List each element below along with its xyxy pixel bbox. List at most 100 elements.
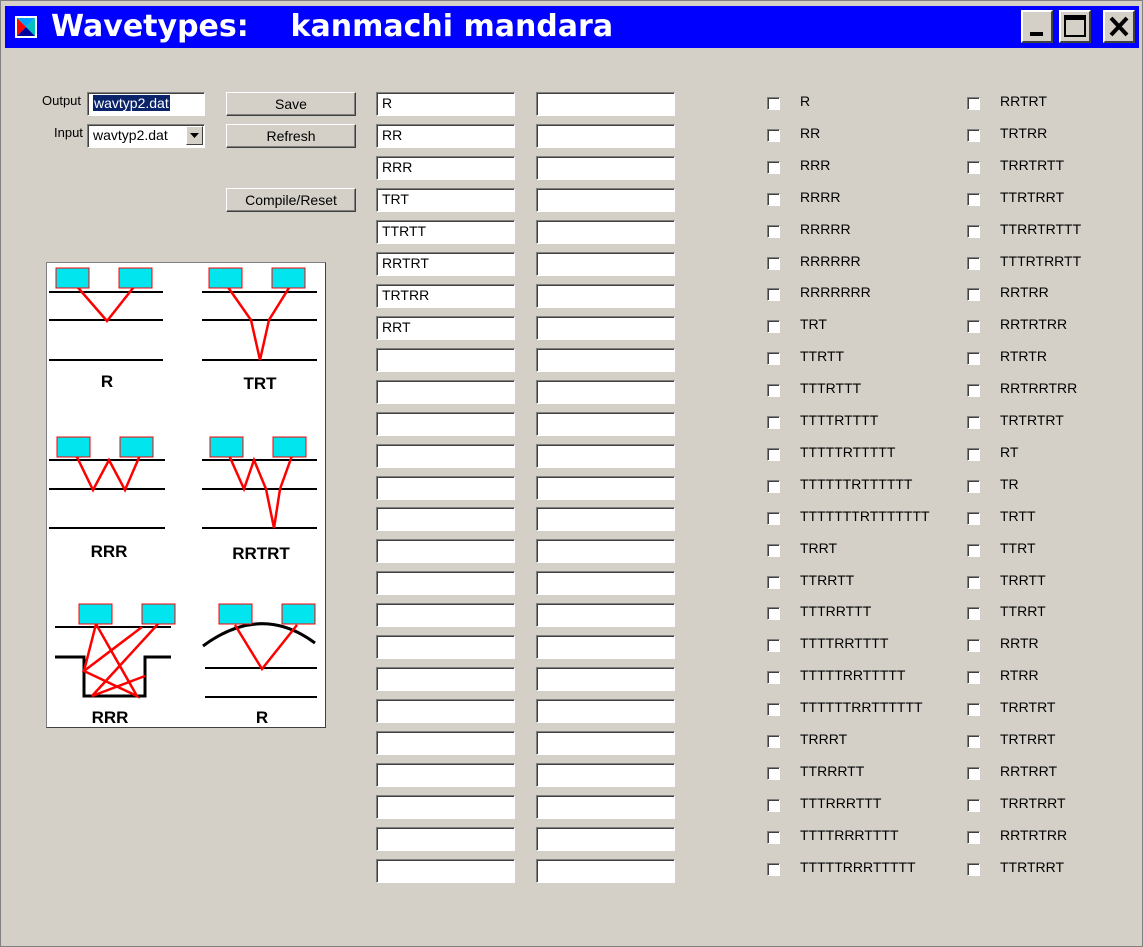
wavetype-checkbox[interactable]	[767, 830, 780, 844]
wavetype-field-b[interactable]	[536, 187, 675, 212]
wavetype-checkbox[interactable]	[767, 862, 780, 876]
wavetype-checkbox[interactable]	[967, 384, 980, 398]
wavetype-field-a[interactable]: R	[376, 92, 515, 116]
input-select[interactable]: wavtyp2.dat	[87, 124, 205, 148]
wavetype-field-a[interactable]: RRTRT	[376, 251, 515, 276]
wavetype-checkbox[interactable]	[767, 416, 780, 429]
wavetype-field-b[interactable]	[536, 123, 675, 148]
wavetype-field-a[interactable]	[376, 827, 515, 852]
wavetype-field-b[interactable]	[536, 283, 675, 308]
wavetype-checkbox[interactable]	[767, 288, 780, 302]
wavetype-field-b[interactable]	[536, 795, 675, 820]
wavetype-checkbox[interactable]	[767, 671, 780, 685]
wavetype-checkbox[interactable]	[967, 224, 980, 238]
save-button[interactable]: Save	[226, 92, 356, 116]
wavetype-field-a[interactable]	[376, 571, 515, 596]
wavetype-checkbox[interactable]	[767, 607, 780, 621]
wavetype-checkbox[interactable]	[967, 830, 980, 844]
wavetype-checkbox[interactable]	[967, 671, 980, 685]
compile-reset-button[interactable]: Compile/Reset	[226, 188, 356, 212]
wavetype-checkbox[interactable]	[767, 766, 780, 780]
wavetype-checkbox[interactable]	[767, 511, 780, 525]
wavetype-field-b[interactable]	[536, 603, 675, 628]
minimize-button[interactable]	[1021, 10, 1053, 43]
wavetype-field-b[interactable]	[536, 571, 675, 596]
wavetype-checkbox[interactable]	[967, 575, 980, 589]
wavetype-field-a[interactable]: TRT	[376, 187, 515, 212]
wavetype-checkbox[interactable]	[967, 543, 980, 557]
wavetype-field-a[interactable]	[376, 475, 515, 500]
wavetype-field-a[interactable]	[376, 795, 515, 820]
wavetype-field-b[interactable]	[536, 827, 675, 852]
wavetype-field-a[interactable]	[376, 379, 515, 404]
wavetype-checkbox[interactable]	[967, 160, 980, 174]
wavetype-checkbox[interactable]	[767, 224, 780, 238]
output-field[interactable]: wavtyp2.dat	[87, 92, 205, 116]
wavetype-field-a[interactable]	[376, 667, 515, 692]
wavetype-checkbox[interactable]	[767, 798, 780, 812]
wavetype-checkbox[interactable]	[767, 160, 780, 174]
wavetype-field-b[interactable]	[536, 347, 675, 372]
wavetype-checkbox[interactable]	[767, 384, 780, 398]
wavetype-checkbox[interactable]	[767, 256, 780, 270]
wavetype-field-b[interactable]	[536, 859, 675, 884]
wavetype-checkbox[interactable]	[767, 479, 780, 493]
wavetype-field-a[interactable]: TRTRR	[376, 283, 515, 308]
wavetype-checkbox[interactable]	[767, 639, 780, 653]
wavetype-field-b[interactable]	[536, 635, 675, 660]
wavetype-field-b[interactable]	[536, 315, 675, 340]
wavetype-checkbox[interactable]	[967, 862, 980, 876]
wavetype-checkbox[interactable]	[967, 352, 980, 366]
wavetype-checkbox[interactable]	[767, 320, 780, 334]
wavetype-checkbox[interactable]	[967, 447, 980, 461]
wavetype-checkbox[interactable]	[767, 543, 780, 557]
wavetype-field-a[interactable]	[376, 507, 515, 532]
wavetype-checkbox[interactable]	[967, 256, 980, 270]
wavetype-checkbox[interactable]	[967, 703, 980, 717]
close-button[interactable]	[1103, 10, 1135, 43]
wavetype-checkbox[interactable]	[767, 703, 780, 717]
wavetype-field-b[interactable]	[536, 539, 675, 564]
wavetype-field-a[interactable]: RRT	[376, 315, 515, 340]
wavetype-field-a[interactable]: RR	[376, 123, 515, 148]
wavetype-checkbox[interactable]	[767, 575, 780, 589]
wavetype-checkbox[interactable]	[967, 416, 980, 429]
wavetype-field-a[interactable]	[376, 635, 515, 660]
wavetype-checkbox[interactable]	[967, 798, 980, 812]
wavetype-field-b[interactable]	[536, 219, 675, 244]
wavetype-checkbox[interactable]	[767, 735, 780, 748]
wavetype-field-a[interactable]	[376, 859, 515, 884]
wavetype-field-a[interactable]	[376, 763, 515, 788]
wavetype-checkbox[interactable]	[967, 97, 980, 110]
wavetype-checkbox[interactable]	[967, 479, 980, 493]
wavetype-field-b[interactable]	[536, 155, 675, 180]
wavetype-field-a[interactable]: RRR	[376, 155, 515, 180]
wavetype-checkbox[interactable]	[967, 766, 980, 780]
wavetype-field-a[interactable]	[376, 699, 515, 724]
wavetype-field-b[interactable]	[536, 379, 675, 404]
wavetype-field-b[interactable]	[536, 251, 675, 276]
wavetype-field-b[interactable]	[536, 763, 675, 788]
wavetype-checkbox[interactable]	[767, 97, 780, 110]
wavetype-checkbox[interactable]	[967, 607, 980, 621]
wavetype-checkbox[interactable]	[767, 192, 780, 206]
title-bar[interactable]: Wavetypes: kanmachi mandara	[5, 6, 1139, 48]
wavetype-field-b[interactable]	[536, 475, 675, 500]
wavetype-checkbox[interactable]	[967, 192, 980, 206]
wavetype-field-a[interactable]	[376, 539, 515, 564]
wavetype-field-b[interactable]	[536, 667, 675, 692]
wavetype-checkbox[interactable]	[967, 639, 980, 653]
wavetype-checkbox[interactable]	[767, 447, 780, 461]
wavetype-checkbox[interactable]	[967, 320, 980, 334]
wavetype-field-a[interactable]	[376, 411, 515, 436]
wavetype-field-a[interactable]: TTRTT	[376, 219, 515, 244]
wavetype-checkbox[interactable]	[767, 352, 780, 366]
wavetype-field-b[interactable]	[536, 411, 675, 436]
wavetype-field-a[interactable]	[376, 731, 515, 756]
wavetype-field-b[interactable]	[536, 507, 675, 532]
wavetype-field-a[interactable]	[376, 603, 515, 628]
wavetype-field-b[interactable]	[536, 699, 675, 724]
maximize-button[interactable]	[1059, 10, 1091, 43]
wavetype-field-b[interactable]	[536, 443, 675, 468]
wavetype-checkbox[interactable]	[967, 128, 980, 142]
